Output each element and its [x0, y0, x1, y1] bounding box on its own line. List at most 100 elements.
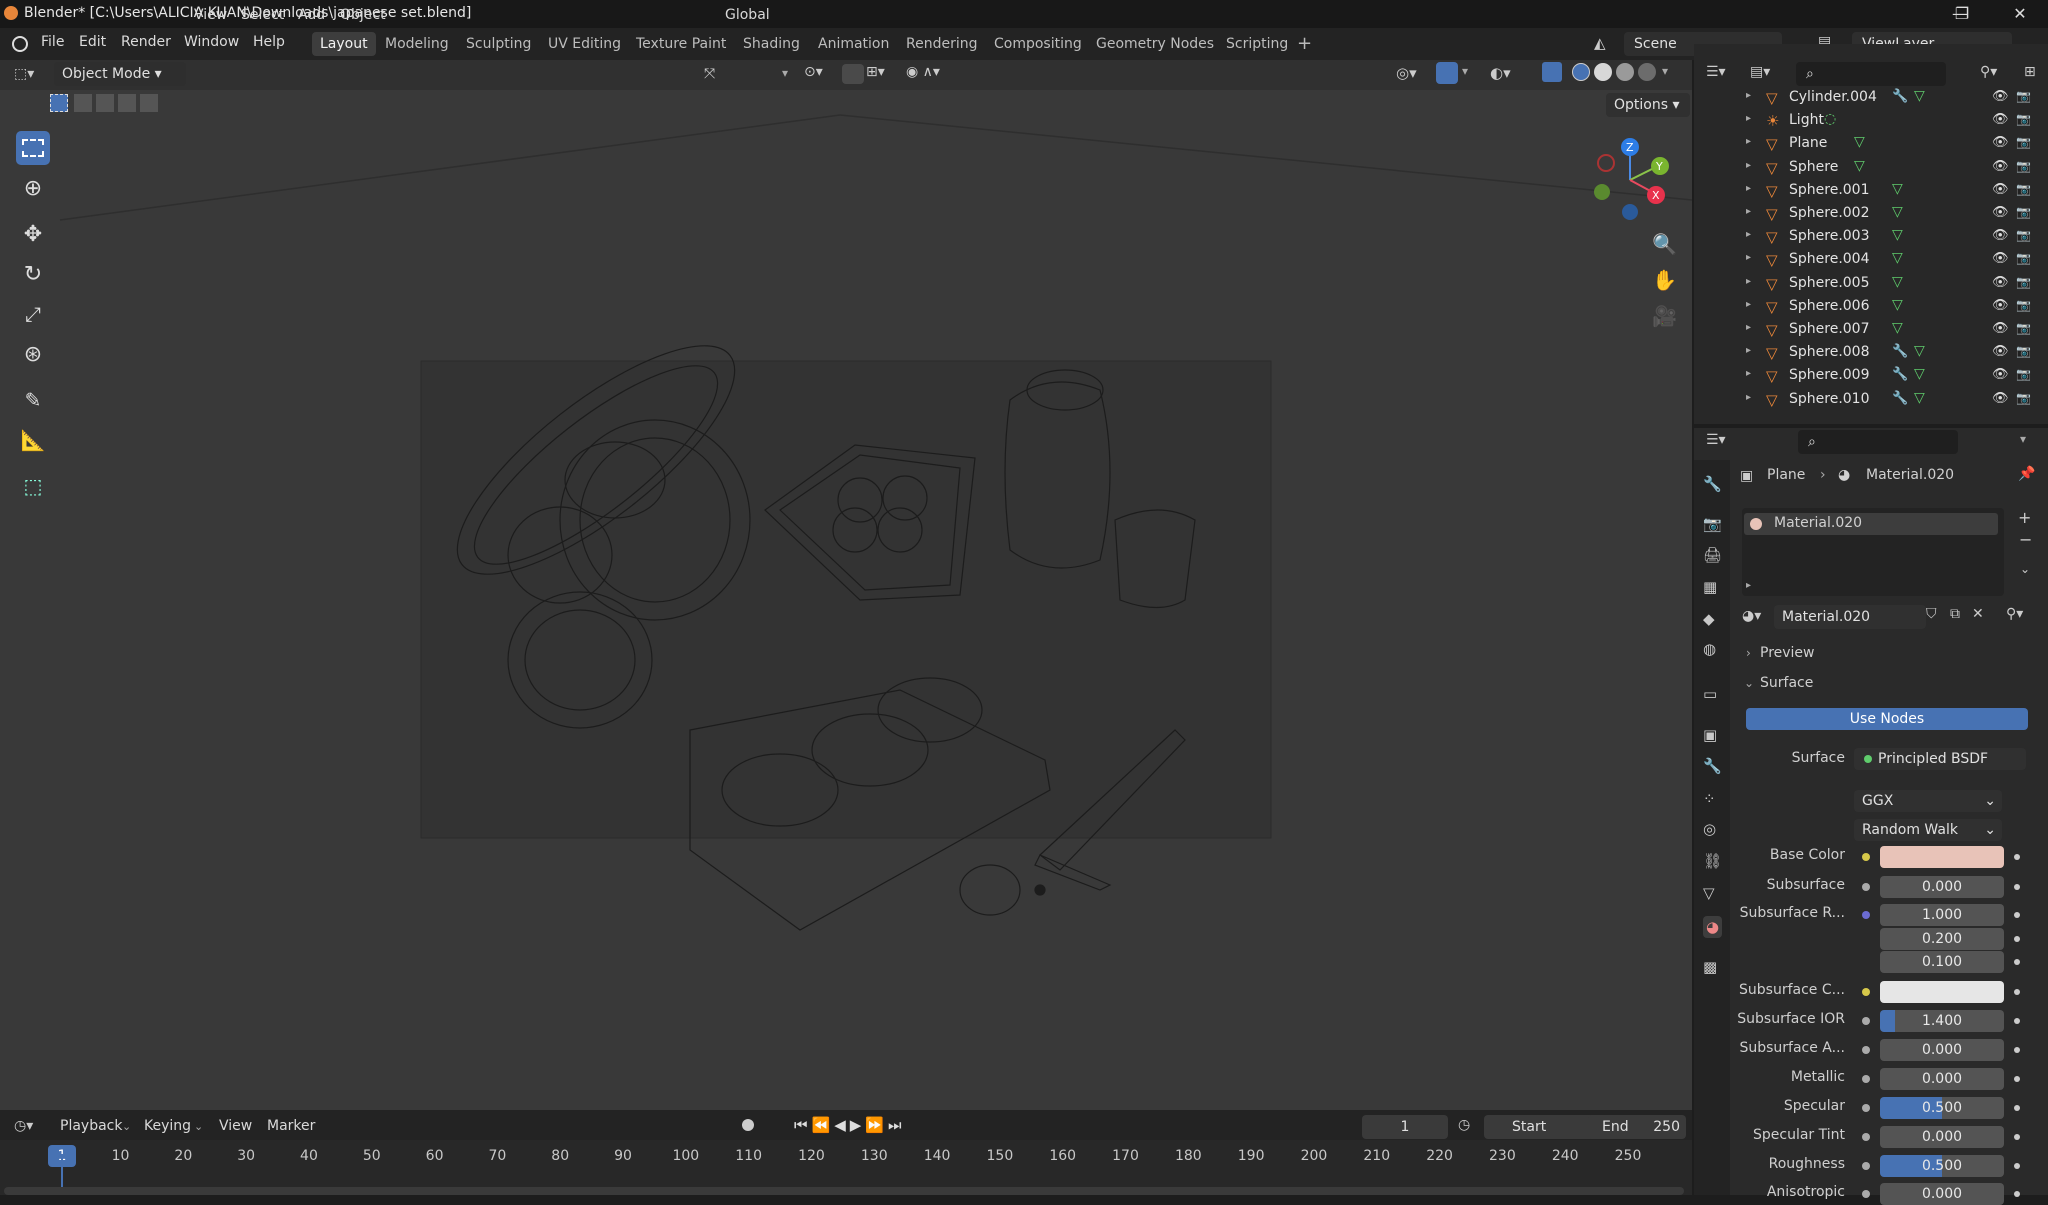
render-camera-icon[interactable]: 📷 — [2016, 321, 2031, 335]
visibility-eye-icon[interactable]: 👁 — [1992, 275, 2009, 290]
axis-neg-z-icon[interactable] — [1622, 204, 1638, 220]
select-extend-icon[interactable] — [74, 94, 92, 112]
subsurface-method-selector[interactable]: Random Walk ⌄ — [1854, 819, 2002, 841]
duplicate-material-icon[interactable]: ⧉ — [1950, 606, 1960, 622]
keyframe-dot-icon[interactable] — [2014, 1134, 2020, 1140]
wireframe-shading-icon[interactable] — [1572, 63, 1590, 81]
outliner-item[interactable]: ▸ ▽ Plane ▽ 👁 📷 — [1694, 133, 2048, 156]
menu-render[interactable]: Render — [121, 34, 171, 50]
viewport-menu-view[interactable]: View — [194, 7, 227, 23]
keyframe-dot-icon[interactable] — [2014, 936, 2020, 942]
viewport-canvas[interactable] — [0, 90, 1692, 1110]
timeline-menu-playback[interactable]: Playback — [60, 1118, 122, 1134]
preview-range-icon[interactable]: ◷ — [1458, 1117, 1470, 1133]
scene-tab-icon[interactable]: ◆ — [1703, 610, 1715, 628]
outliner-filter-icon[interactable]: ⚲▾ — [1980, 64, 1997, 80]
tab-compositing[interactable]: Compositing — [986, 32, 1090, 56]
expand-arrow-icon[interactable]: ▸ — [1746, 206, 1751, 217]
add-slot-icon[interactable]: + — [2018, 508, 2031, 527]
tab-animation[interactable]: Animation — [810, 32, 897, 56]
tab-scripting[interactable]: Scripting — [1218, 32, 1296, 56]
transform-orientation-selector[interactable]: Global — [725, 7, 770, 23]
expand-arrow-icon[interactable]: ▸ — [1746, 368, 1751, 379]
render-camera-icon[interactable]: 📷 — [2016, 298, 2031, 312]
outliner-item[interactable]: ▸ ▽ Sphere.001 ▽ 👁 📷 — [1694, 180, 2048, 203]
outliner-editor-type-icon[interactable]: ☰▾ — [1706, 64, 1726, 80]
distribution-selector[interactable]: GGX ⌄ — [1854, 790, 2002, 812]
render-camera-icon[interactable]: 📷 — [2016, 391, 2031, 405]
keyframe-dot-icon[interactable] — [2014, 1018, 2020, 1024]
move-tool[interactable]: ✥ — [16, 217, 50, 251]
snap-toggle-icon[interactable] — [842, 64, 864, 84]
gizmo-toggle-icon[interactable] — [1436, 62, 1458, 84]
keyframe-dot-icon[interactable] — [2014, 1163, 2020, 1169]
axis-neg-y-icon[interactable] — [1594, 184, 1610, 200]
keyframe-dot-icon[interactable] — [2014, 959, 2020, 965]
blender-menu-icon[interactable] — [12, 36, 28, 52]
scene-icon[interactable]: ◭ — [1594, 34, 1606, 52]
expand-arrow-icon[interactable]: ▸ — [1746, 252, 1751, 263]
expand-arrow-icon[interactable]: ▸ — [1746, 229, 1751, 240]
new-collection-icon[interactable]: ⊞ — [2024, 64, 2036, 80]
visibility-eye-icon[interactable]: 👁 — [1992, 367, 2009, 382]
visibility-eye-icon[interactable]: 👁 — [1992, 159, 2009, 174]
rendered-shading-icon[interactable] — [1638, 63, 1656, 81]
outliner-item[interactable]: ▸ ▽ Sphere.003 ▽ 👁 📷 — [1694, 226, 2048, 249]
output-tab-icon[interactable]: 🖨 — [1703, 546, 1722, 564]
tab-geometry-nodes[interactable]: Geometry Nodes — [1088, 32, 1222, 56]
visibility-selector-icon[interactable]: ◎▾ — [1396, 64, 1417, 82]
render-camera-icon[interactable]: 📷 — [2016, 251, 2031, 265]
texture-tab-icon[interactable]: ▩ — [1703, 958, 1717, 976]
menu-help[interactable]: Help — [253, 34, 285, 50]
render-camera-icon[interactable]: 📷 — [2016, 159, 2031, 173]
annotate-tool[interactable]: ✎ — [16, 383, 50, 417]
socket-icon[interactable] — [1862, 911, 1870, 919]
navigation-gizmo[interactable]: Z Y X — [1580, 130, 1680, 230]
number-field[interactable]: 0.000 — [1880, 1068, 2004, 1090]
visibility-eye-icon[interactable]: 👁 — [1992, 228, 2009, 243]
number-field[interactable]: 0.500 — [1880, 1155, 2004, 1177]
keyframe-dot-icon[interactable] — [2014, 884, 2020, 890]
select-intersect-icon[interactable] — [140, 94, 158, 112]
pan-hand-icon[interactable]: ✋ — [1652, 268, 1677, 292]
outliner-item[interactable]: ▸ ▽ Sphere.006 ▽ 👁 📷 — [1694, 296, 2048, 319]
tab-rendering[interactable]: Rendering — [898, 32, 986, 56]
material-browse-icon[interactable]: ◕▾ — [1742, 608, 1761, 624]
transform-orientation-icon[interactable]: ⤧ — [704, 66, 715, 82]
xray-toggle-icon[interactable] — [1542, 62, 1562, 82]
particles-tab-icon[interactable]: ⁘ — [1703, 790, 1716, 808]
socket-icon[interactable] — [1862, 853, 1870, 861]
socket-icon[interactable] — [1862, 883, 1870, 891]
expand-arrow-icon[interactable]: ▸ — [1746, 90, 1751, 101]
use-nodes-button[interactable]: Use Nodes — [1746, 708, 2028, 730]
keyframe-dot-icon[interactable] — [2014, 854, 2020, 860]
render-camera-icon[interactable]: 📷 — [2016, 182, 2031, 196]
number-field[interactable]: 1.400 — [1880, 1010, 2004, 1032]
keyframe-dot-icon[interactable] — [2014, 1105, 2020, 1111]
outliner-item[interactable]: ▸ ▽ Sphere.002 ▽ 👁 📷 — [1694, 203, 2048, 226]
render-camera-icon[interactable]: 📷 — [2016, 205, 2031, 219]
overlays-icon[interactable]: ◐▾ — [1490, 64, 1511, 82]
material-preview-icon[interactable] — [1616, 63, 1634, 81]
preview-expand-icon[interactable]: › — [1746, 646, 1751, 660]
tool-tab-icon[interactable]: 🔧 — [1703, 475, 1722, 493]
material-slot-row[interactable]: Material.020 — [1744, 513, 1998, 535]
restore-icon[interactable]: ❐ — [1942, 2, 1982, 26]
outliner-item[interactable]: ▸ ▽ Sphere ▽ 👁 📷 — [1694, 157, 2048, 180]
surface-collapse-icon[interactable]: ⌄ — [1744, 676, 1754, 690]
snap-target-icon[interactable]: ⊞▾ — [866, 64, 885, 80]
outliner-item[interactable]: ▸ ☀ Light ◌ 👁 📷 — [1694, 110, 2048, 133]
visibility-eye-icon[interactable]: 👁 — [1992, 89, 2009, 104]
outliner-item[interactable]: ▸ ▽ Sphere.009 🔧 ▽ 👁 📷 — [1694, 365, 2048, 388]
visibility-eye-icon[interactable]: 👁 — [1992, 112, 2009, 127]
number-field[interactable]: 1.000 — [1880, 904, 2004, 926]
timeline-menu-marker[interactable]: Marker — [267, 1118, 315, 1134]
fake-user-icon[interactable]: ⛉ — [1926, 606, 1937, 622]
camera-view-icon[interactable]: 🎥 — [1652, 304, 1677, 328]
close-window-icon[interactable]: ✕ — [2000, 2, 2040, 26]
constraints-tab-icon[interactable]: ⛓ — [1703, 852, 1722, 870]
play-reverse-icon[interactable]: ◀ — [834, 1116, 850, 1134]
axis-neg-x-icon[interactable] — [1597, 154, 1615, 172]
view-layer-tab-icon[interactable]: ▦ — [1703, 578, 1717, 596]
tab-sculpting[interactable]: Sculpting — [458, 32, 539, 56]
